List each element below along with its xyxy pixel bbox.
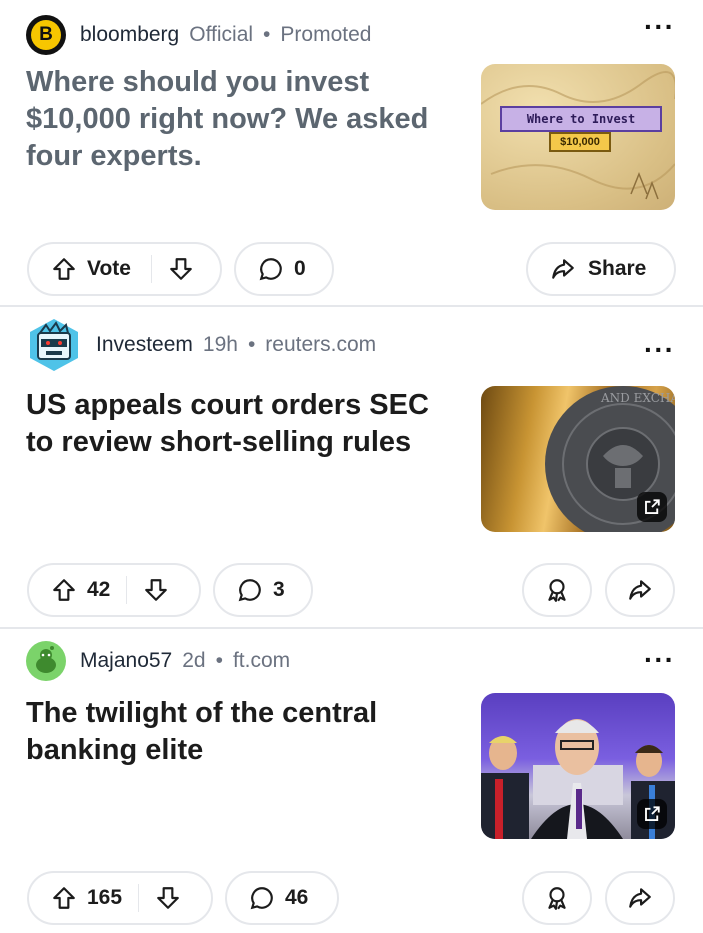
post-age: 2d xyxy=(182,649,206,672)
external-link-icon[interactable] xyxy=(637,799,667,829)
author-name[interactable]: bloomberg xyxy=(80,23,179,47)
vote-separator xyxy=(126,576,128,604)
post-thumbnail[interactable] xyxy=(481,693,675,839)
snoo-avatar-icon xyxy=(36,646,56,673)
downvote-icon[interactable] xyxy=(166,254,196,284)
post-meta: Majano57 2d • ft.com xyxy=(26,641,290,681)
separator-dot: • xyxy=(263,23,271,46)
post-title[interactable]: The twilight of the central banking elit… xyxy=(26,695,456,769)
post-meta: Investeem 19h • reuters.com xyxy=(26,317,376,373)
share-icon xyxy=(625,575,655,605)
share-button[interactable] xyxy=(605,871,675,925)
vote-control: 165 xyxy=(27,871,213,925)
share-button[interactable]: Share xyxy=(526,242,676,296)
source-domain[interactable]: reuters.com xyxy=(265,333,376,357)
thumb-title: Where to Invest xyxy=(500,106,662,132)
share-label: Share xyxy=(588,257,647,280)
post[interactable]: Majano57 2d • ft.com ··· The twilight of… xyxy=(0,629,703,933)
promoted-tag: Promoted xyxy=(280,23,372,46)
upvote-icon[interactable] xyxy=(49,883,79,913)
external-link-icon[interactable] xyxy=(637,492,667,522)
author-name[interactable]: Investeem xyxy=(96,333,193,357)
more-icon[interactable]: ··· xyxy=(644,646,675,674)
share-button[interactable] xyxy=(605,563,675,617)
avatar[interactable] xyxy=(26,317,82,373)
upvote-icon[interactable] xyxy=(49,254,79,284)
comment-count: 46 xyxy=(285,886,309,909)
vote-control: 42 xyxy=(27,563,201,617)
post-age: 19h xyxy=(202,333,238,356)
comment-icon xyxy=(247,883,277,913)
post-title[interactable]: US appeals court orders SEC to review sh… xyxy=(26,387,456,461)
award-button[interactable] xyxy=(522,871,592,925)
vote-separator xyxy=(138,884,140,912)
comment-icon xyxy=(235,575,265,605)
more-icon[interactable]: ··· xyxy=(644,13,675,41)
badge-letter: B xyxy=(31,20,61,50)
comment-count: 3 xyxy=(273,578,285,601)
separator-dot: • xyxy=(247,333,256,356)
comment-icon xyxy=(256,254,286,284)
thumb-amount: $10,000 xyxy=(549,132,611,152)
comments-button[interactable]: 0 xyxy=(234,242,334,296)
downvote-icon[interactable] xyxy=(141,575,171,605)
source-domain[interactable]: ft.com xyxy=(233,649,290,673)
award-icon xyxy=(542,575,572,605)
downvote-icon[interactable] xyxy=(153,883,183,913)
comment-count: 0 xyxy=(294,257,306,280)
upvote-icon[interactable] xyxy=(49,575,79,605)
post-title[interactable]: Where should you invest $10,000 right no… xyxy=(26,64,456,175)
post[interactable]: Investeem 19h • reuters.com ··· US appea… xyxy=(0,307,703,627)
comments-button[interactable]: 46 xyxy=(225,871,339,925)
vote-count: 42 xyxy=(87,578,111,601)
seal-text: AND EXCHANGE xyxy=(600,391,675,405)
post-meta: B bloomberg Official • Promoted xyxy=(26,15,371,55)
vote-count: 165 xyxy=(87,886,123,909)
vote-control: Vote xyxy=(27,242,222,296)
author-name[interactable]: Majano57 xyxy=(80,649,172,673)
share-icon xyxy=(548,254,578,284)
vote-separator xyxy=(150,255,152,283)
separator-dot: • xyxy=(215,649,223,672)
avatar[interactable] xyxy=(26,641,66,681)
avatar[interactable]: B xyxy=(26,15,66,55)
award-button[interactable] xyxy=(522,563,592,617)
more-icon[interactable]: ··· xyxy=(644,336,675,364)
comments-button[interactable]: 3 xyxy=(213,563,313,617)
post-thumbnail[interactable]: AND EXCHANGE xyxy=(481,386,675,532)
share-icon xyxy=(625,883,655,913)
flair: Official xyxy=(189,23,254,46)
post-promoted[interactable]: B bloomberg Official • Promoted ··· Wher… xyxy=(0,0,703,305)
robot-avatar-icon xyxy=(30,319,78,371)
award-icon xyxy=(542,883,572,913)
post-thumbnail[interactable]: Where to Invest $10,000 xyxy=(481,64,675,210)
vote-label: Vote xyxy=(87,257,131,280)
